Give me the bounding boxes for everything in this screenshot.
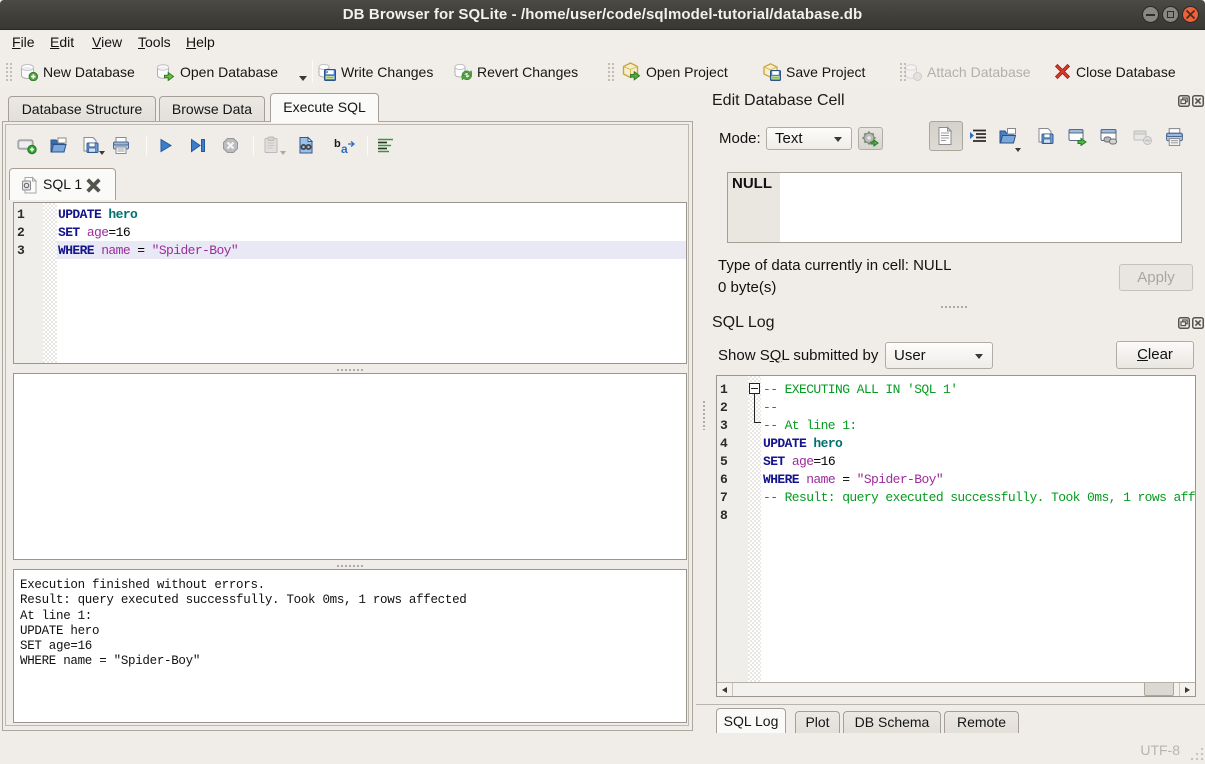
svg-text:a: a [341, 142, 348, 155]
svg-text:b: b [334, 138, 341, 150]
